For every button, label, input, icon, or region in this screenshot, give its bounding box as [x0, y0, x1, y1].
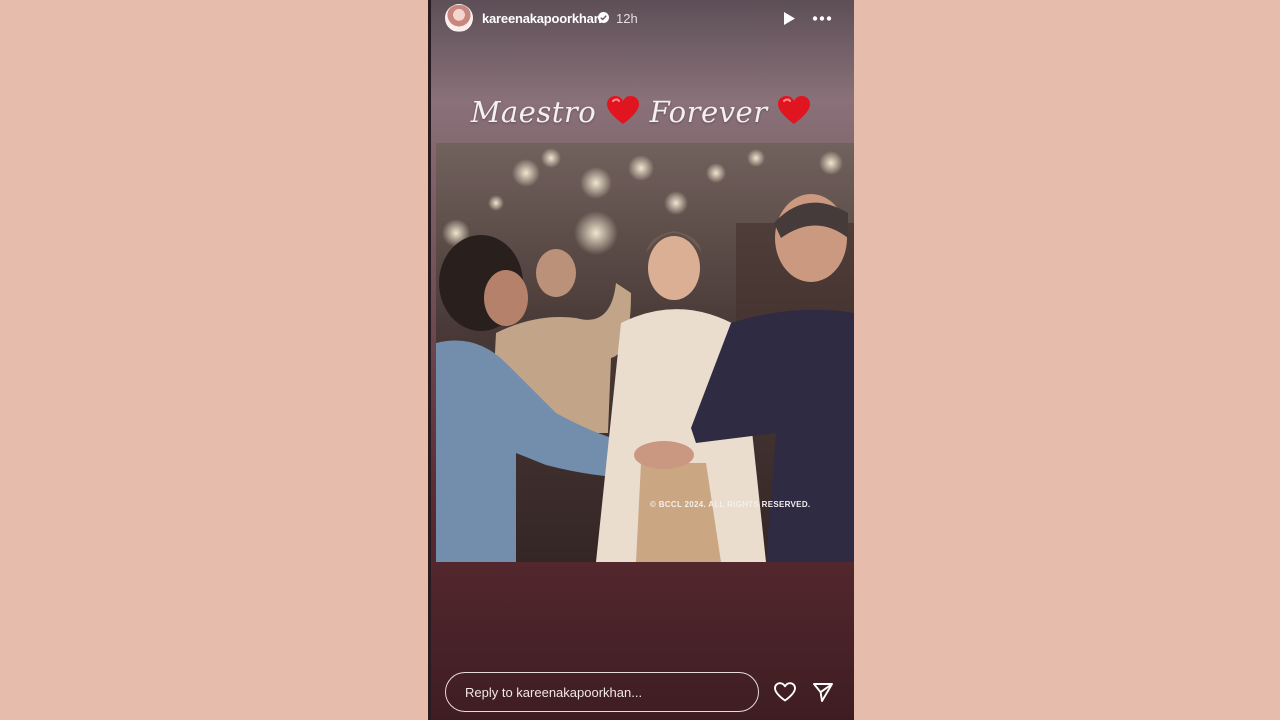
send-icon[interactable]: [811, 680, 835, 704]
caption-word-maestro: Maestro: [470, 95, 597, 129]
profile-avatar[interactable]: [445, 4, 473, 32]
story-viewer: kareenakapoorkhan 12h Maestro Forever © …: [428, 0, 854, 720]
red-heart-emoji: [606, 96, 639, 124]
heart-outline-icon[interactable]: [773, 680, 797, 704]
username-link[interactable]: kareenakapoorkhan: [482, 11, 602, 26]
play-icon[interactable]: [781, 10, 797, 27]
story-caption: Maestro Forever: [428, 95, 854, 129]
verified-badge-icon: [598, 12, 609, 23]
red-heart-emoji: [778, 96, 811, 124]
reply-input[interactable]: Reply to kareenakapoorkhan...: [445, 672, 759, 712]
story-header: kareenakapoorkhan 12h: [428, 0, 854, 38]
story-photo: © BCCL 2024. ALL RIGHTS RESERVED.: [436, 143, 854, 562]
story-timestamp: 12h: [616, 11, 638, 26]
more-horizontal-icon[interactable]: [811, 10, 833, 27]
reply-placeholder: Reply to kareenakapoorkhan...: [465, 684, 643, 700]
caption-word-forever: Forever: [649, 95, 768, 129]
photo-watermark: © BCCL 2024. ALL RIGHTS RESERVED.: [650, 500, 811, 509]
